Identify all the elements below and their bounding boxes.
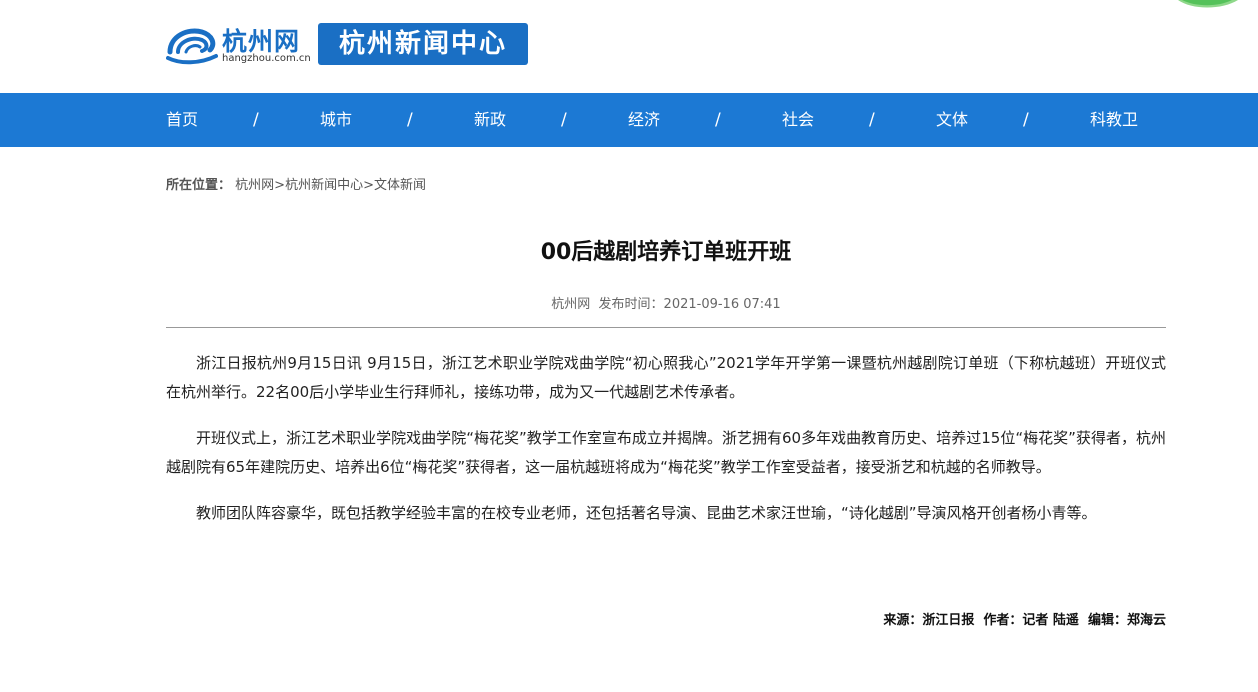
breadcrumb-separator: >: [363, 178, 374, 193]
nav-item-culture-sports[interactable]: 文体: [936, 93, 968, 147]
nav-item-city[interactable]: 城市: [320, 93, 352, 147]
breadcrumb-link-news-center[interactable]: 杭州新闻中心: [285, 178, 363, 193]
nav-item-home[interactable]: 首页: [166, 93, 198, 147]
news-center-badge[interactable]: 杭州新闻中心: [318, 23, 528, 65]
title-divider: [166, 327, 1166, 328]
breadcrumb-separator: >: [274, 178, 286, 193]
article-body: 浙江日报杭州9月15日讯 9月15日，浙江艺术职业学院戏曲学院“初心照我心”20…: [166, 349, 1166, 545]
article-paragraph: 浙江日报杭州9月15日讯 9月15日，浙江艺术职业学院戏曲学院“初心照我心”20…: [166, 354, 1166, 401]
breadcrumb-label: 所在位置：: [166, 178, 232, 193]
nav-separator: /: [1023, 110, 1029, 130]
nav-separator: /: [715, 110, 721, 130]
nav-item-policy[interactable]: 新政: [474, 93, 506, 147]
article-credits: 来源：浙江日报 作者：记者 陆遥 编辑：郑海云: [883, 613, 1166, 628]
article-paragraph: 教师团队阵容豪华，既包括教学经验丰富的在校专业老师，还包括著名导演、昆曲艺术家汪…: [196, 504, 1097, 522]
site-logo[interactable]: 杭州网 hangzhou.com.cn: [166, 22, 311, 66]
breadcrumb-link-culture-news[interactable]: 文体新闻: [374, 178, 426, 193]
article-title: 00后越剧培养订单班开班: [540, 240, 792, 265]
logo-domain: hangzhou.com.cn: [222, 53, 311, 64]
corner-decoration-icon: [1178, 0, 1238, 8]
nav-item-society[interactable]: 社会: [782, 93, 814, 147]
breadcrumb: 所在位置： 杭州网>杭州新闻中心>文体新闻: [166, 174, 426, 193]
article-meta: 杭州网 发布时间：2021-09-16 07:41: [551, 297, 781, 312]
nav-separator: /: [407, 110, 413, 130]
site-header: 杭州网 hangzhou.com.cn 杭州新闻中心: [0, 0, 1258, 93]
nav-item-science-education-health[interactable]: 科教卫: [1090, 93, 1138, 147]
article-paragraph: 开班仪式上，浙江艺术职业学院戏曲学院“梅花奖”教学工作室宣布成立并揭牌。浙艺拥有…: [166, 429, 1166, 476]
hangzhou-swirl-logo-icon: [166, 28, 218, 65]
nav-separator: /: [253, 110, 259, 130]
nav-separator: /: [561, 110, 567, 130]
nav-separator: /: [869, 110, 875, 130]
nav-item-economy[interactable]: 经济: [628, 93, 660, 147]
main-nav: 首页 / 城市 / 新政 / 经济 / 社会 / 文体 / 科教卫: [0, 93, 1258, 147]
breadcrumb-link-hangzhou[interactable]: 杭州网: [235, 178, 274, 193]
